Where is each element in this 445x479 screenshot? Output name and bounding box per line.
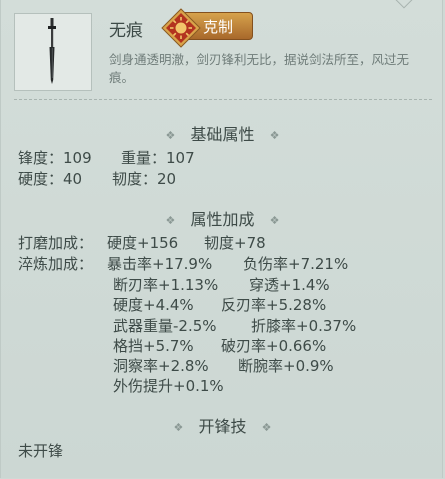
section-title-basic-label: 基础属性: [190, 125, 255, 144]
sword-icon: [48, 18, 56, 84]
temper-bonus-label-row: 淬炼加成：: [18, 254, 93, 274]
temper-stat: 硬度+4.4%: [113, 296, 194, 314]
edge-status: 未开锋: [18, 442, 64, 460]
section-title-bonus-label: 属性加成: [190, 210, 255, 229]
diamond-ornament-icon: ❖: [269, 214, 280, 227]
polish-bonus-toughness: 韧度+78: [204, 234, 266, 252]
temper-row-3: 硬度+4.4% 反刃率+5.28%: [113, 295, 326, 315]
temper-stat: 破刃率+0.66%: [221, 337, 327, 355]
temper-stat: 洞察率+2.8%: [113, 357, 209, 375]
temper-stat: 格挡+5.7%: [113, 337, 194, 355]
sun-emblem-icon: [161, 8, 201, 48]
temper-row-4: 武器重量-2.5% 折膝率+0.37%: [113, 316, 356, 336]
basic-stat-row-2: 硬度：40 韧度：20: [18, 169, 176, 189]
polish-bonus-label: 打磨加成：: [18, 234, 94, 252]
corner-diamond-ornament: [395, 0, 413, 9]
temper-stat: 武器重量-2.5%: [113, 317, 217, 335]
sword-item-icon: [14, 13, 92, 91]
temper-stat: 断刃率+1.13%: [113, 276, 219, 294]
temper-row-1: 暴击率+17.9% 负伤率+7.21%: [107, 254, 348, 274]
temper-row-6: 洞察率+2.8% 断腕率+0.9%: [113, 356, 334, 376]
header-divider: [14, 99, 432, 100]
temper-stat: 穿透+1.4%: [249, 276, 330, 294]
temper-stat: 反刃率+5.28%: [221, 296, 327, 314]
item-description: 剑身通透明澈，剑刃锋利无比，据说剑法所至，风过无痕。: [109, 52, 410, 85]
temper-stat: 暴击率+17.9%: [107, 255, 213, 273]
stat-hardness: 硬度：40: [18, 170, 83, 188]
polish-bonus-row: 打磨加成： 硬度+156 韧度+78: [18, 233, 266, 253]
temper-bonus-label: 淬炼加成：: [18, 255, 94, 273]
temper-stat: 负伤率+7.21%: [243, 255, 349, 273]
section-title-bonus: ❖ 属性加成 ❖: [1, 206, 444, 230]
section-title-basic: ❖ 基础属性 ❖: [1, 121, 444, 145]
counter-badge-label: 克制: [203, 18, 234, 36]
stat-weight: 重量：107: [121, 149, 195, 167]
item-tooltip-panel: 无痕 克制 剑身通透明澈，剑刃锋利无比，据说剑法所至，风过无痕。 ❖ 基础属性 ❖: [0, 0, 443, 478]
basic-stat-row-1: 锋度：109 重量：107: [18, 148, 195, 168]
counter-badge: 克制: [161, 8, 255, 48]
item-name: 无痕: [109, 21, 143, 41]
diamond-ornament-icon: ❖: [173, 421, 184, 434]
diamond-ornament-icon: ❖: [261, 421, 272, 434]
section-title-edge-label: 开锋技: [198, 417, 247, 436]
temper-row-2: 断刃率+1.13% 穿透+1.4%: [113, 275, 330, 295]
temper-row-7: 外伤提升+0.1%: [113, 376, 224, 396]
temper-stat: 折膝率+0.37%: [251, 317, 357, 335]
diamond-ornament-icon: ❖: [165, 214, 176, 227]
temper-row-5: 格挡+5.7% 破刃率+0.66%: [113, 336, 326, 356]
temper-stat: 外伤提升+0.1%: [113, 377, 224, 395]
stat-toughness: 韧度：20: [112, 170, 177, 188]
temper-stat: 断腕率+0.9%: [238, 357, 334, 375]
polish-bonus-hardness: 硬度+156: [107, 234, 179, 252]
diamond-ornament-icon: ❖: [269, 129, 280, 142]
section-title-edge: ❖ 开锋技 ❖: [1, 413, 444, 437]
stat-sharpness: 锋度：109: [18, 149, 92, 167]
diamond-ornament-icon: ❖: [165, 129, 176, 142]
